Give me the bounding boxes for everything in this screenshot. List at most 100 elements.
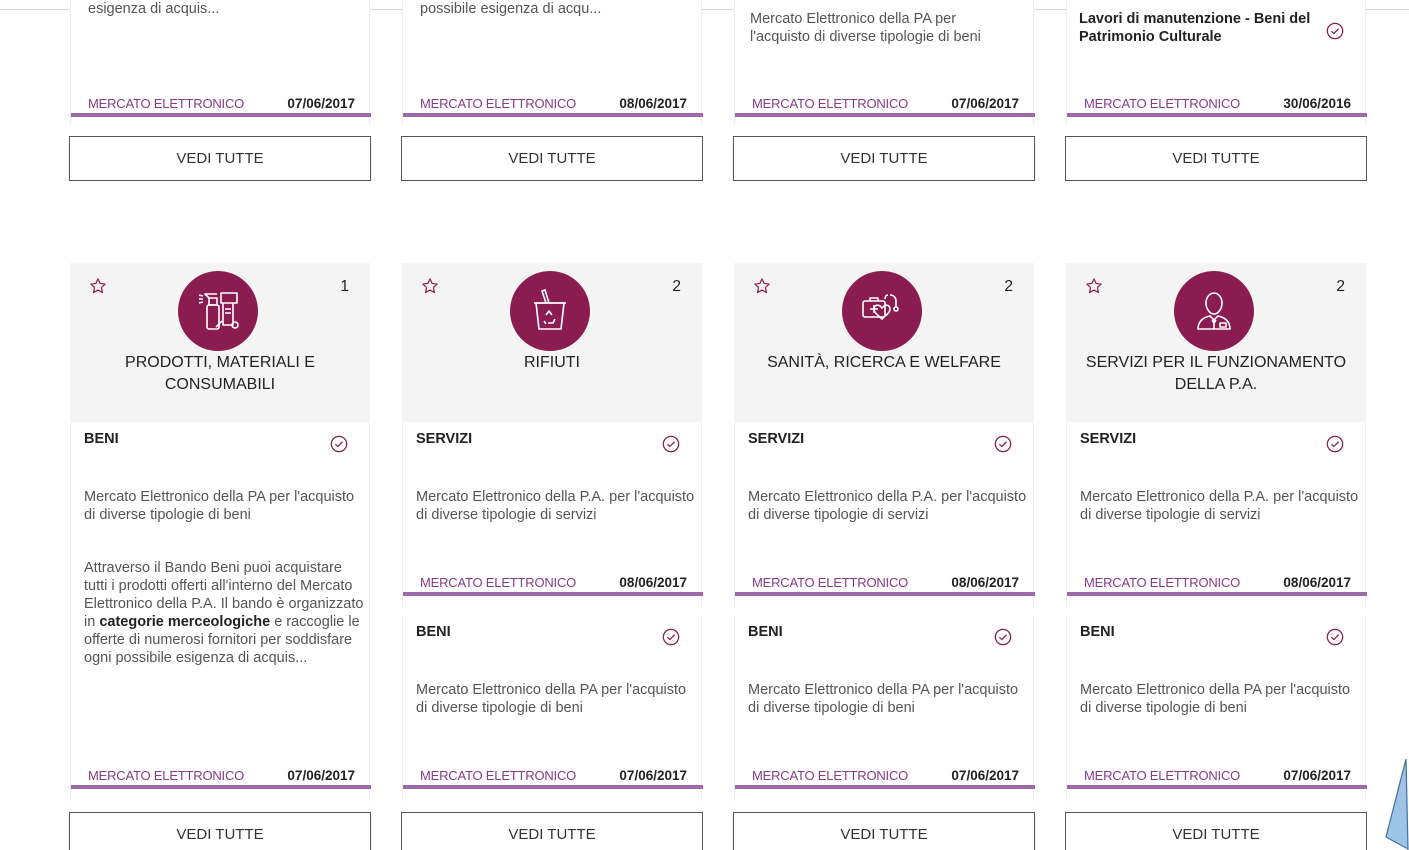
bando-source[interactable]: MERCATO ELETTRONICO (752, 575, 908, 590)
bando-date: 08/06/2017 (1283, 575, 1351, 590)
category-header: 2 SERVIZI PER IL FUNZIONAMENTO DELLA P.A… (1066, 263, 1366, 422)
recycle-bin-icon (534, 289, 566, 330)
bando-source[interactable]: MERCATO ELETTRONICO (88, 96, 244, 111)
category-count: 2 (672, 278, 681, 295)
bando-footer: MERCATO ELETTRONICO 07/06/2017 (1067, 764, 1367, 789)
category-icon-circle (178, 271, 258, 351)
bando-footer: MERCATO ELETTRONICO 08/06/2017 (403, 571, 703, 596)
bando-source[interactable]: MERCATO ELETTRONICO (752, 96, 908, 111)
vedi-tutte-button[interactable]: VEDI TUTTE (733, 812, 1035, 850)
bando-date: 07/06/2017 (287, 96, 355, 111)
category-name[interactable]: PRODOTTI, MATERIALI E CONSUMABILI (80, 352, 360, 396)
check-circle-icon (662, 628, 680, 646)
vedi-tutte-button[interactable]: VEDI TUTTE (1065, 812, 1367, 850)
bando-card[interactable]: BENI Mercato Elettronico della PA per l'… (734, 616, 1035, 801)
bando-card[interactable]: SERVIZI Mercato Elettronico della P.A. p… (1066, 423, 1367, 608)
check-circle-icon (994, 435, 1012, 453)
employee-icon (1197, 292, 1231, 330)
bando-description: Mercato Elettronico della P.A. per l'acq… (1080, 489, 1359, 523)
bando-date: 08/06/2017 (619, 96, 687, 111)
star-outline-icon[interactable] (89, 277, 107, 295)
bando-type: SERVIZI (416, 431, 473, 447)
bando-excerpt: possibile esigenza di acqu... (420, 1, 602, 17)
bando-type: SERVIZI (1080, 431, 1137, 447)
bando-date: 07/06/2017 (287, 768, 355, 783)
bando-source[interactable]: MERCATO ELETTRONICO (88, 768, 244, 783)
bando-source[interactable]: MERCATO ELETTRONICO (752, 768, 908, 783)
bando-footer: MERCATO ELETTRONICO 07/06/2017 (735, 764, 1035, 789)
vedi-tutte-button[interactable]: VEDI TUTTE (733, 136, 1035, 181)
vedi-tutte-button[interactable]: VEDI TUTTE (401, 136, 703, 181)
bando-card[interactable]: SERVIZI Mercato Elettronico della P.A. p… (734, 423, 1035, 608)
cleaning-products-icon (198, 292, 239, 330)
bando-date: 08/06/2017 (619, 575, 687, 590)
category-name[interactable]: SERVIZI PER IL FUNZIONAMENTO DELLA P.A. (1076, 352, 1356, 396)
category-count: 2 (1336, 278, 1345, 295)
bando-date: 07/06/2017 (619, 768, 687, 783)
category-link[interactable]: categorie merceologiche (99, 614, 270, 630)
bando-source[interactable]: MERCATO ELETTRONICO (1084, 768, 1240, 783)
bando-card[interactable]: BENI Mercato Elettronico della PA per l'… (402, 616, 703, 801)
category-name[interactable]: SANITÀ, RICERCA E WELFARE (744, 352, 1024, 374)
scroll-arrow-icon (1385, 758, 1409, 850)
star-outline-icon[interactable] (421, 277, 439, 295)
bando-description: Mercato Elettronico della PA per l'acqui… (748, 682, 1019, 716)
bando-source[interactable]: MERCATO ELETTRONICO (1084, 96, 1240, 111)
bando-date: 07/06/2017 (951, 768, 1019, 783)
bando-title[interactable]: Lavori di manutenzione - Beni del Patrim… (1079, 10, 1329, 46)
vedi-tutte-button[interactable]: VEDI TUTTE (69, 136, 371, 181)
bando-excerpt: esigenza di acquis... (88, 1, 220, 17)
bando-type: BENI (748, 624, 783, 640)
bando-date: 07/06/2017 (1283, 768, 1351, 783)
category-count: 1 (340, 278, 349, 295)
vedi-tutte-button[interactable]: VEDI TUTTE (401, 812, 703, 850)
bando-type: BENI (1080, 624, 1115, 640)
category-name[interactable]: RIFIUTI (412, 352, 692, 374)
bando-card[interactable]: Lavori di manutenzione - Beni del Patrim… (1066, 0, 1367, 126)
bando-date: 30/06/2016 (1283, 96, 1351, 111)
vedi-tutte-button[interactable]: VEDI TUTTE (69, 812, 371, 850)
bando-description: Mercato Elettronico della P.A. per l'acq… (416, 489, 695, 523)
star-outline-icon[interactable] (1085, 277, 1103, 295)
category-icon-circle (1174, 271, 1254, 351)
bando-long-description: Attraverso il Bando Beni puoi acquistare… (84, 560, 364, 666)
check-circle-icon (330, 435, 348, 453)
bando-card[interactable]: possibile esigenza di acqu... MERCATO EL… (402, 0, 703, 126)
check-circle-icon (1326, 22, 1344, 40)
bando-card[interactable]: Mercato Elettronico della PA per l'acqui… (734, 0, 1035, 126)
bando-excerpt: Mercato Elettronico della PA per l'acqui… (750, 11, 981, 45)
bando-type: BENI (416, 624, 451, 640)
bando-footer: MERCATO ELETTRONICO 08/06/2017 (403, 92, 703, 117)
bando-date: 07/06/2017 (951, 96, 1019, 111)
column-3: Mercato Elettronico della PA per l'acqui… (733, 0, 1035, 850)
bando-date: 08/06/2017 (951, 575, 1019, 590)
column-4: Lavori di manutenzione - Beni del Patrim… (1065, 0, 1367, 850)
bando-footer: MERCATO ELETTRONICO 07/06/2017 (71, 764, 371, 789)
bando-description: Mercato Elettronico della PA per l'acqui… (84, 489, 355, 523)
bando-description: Mercato Elettronico della PA per l'acqui… (1080, 682, 1351, 716)
bando-source[interactable]: MERCATO ELETTRONICO (420, 768, 576, 783)
bando-source[interactable]: MERCATO ELETTRONICO (1084, 575, 1240, 590)
vedi-tutte-button[interactable]: VEDI TUTTE (1065, 136, 1367, 181)
bando-type: BENI (84, 431, 119, 447)
bando-source[interactable]: MERCATO ELETTRONICO (420, 96, 576, 111)
category-header: 2 SANITÀ, RICERCA E WELFARE (734, 263, 1034, 422)
bando-description: Mercato Elettronico della PA per l'acqui… (416, 682, 687, 716)
bando-type: SERVIZI (748, 431, 805, 447)
check-circle-icon (994, 628, 1012, 646)
category-icon-circle (842, 271, 922, 351)
bando-card[interactable]: BENI Mercato Elettronico della PA per l'… (70, 423, 371, 801)
category-header: 1 PRODOTTI, MATERIALI E CONSUMABILI (70, 263, 370, 422)
bando-source[interactable]: MERCATO ELETTRONICO (420, 575, 576, 590)
category-count: 2 (1004, 278, 1013, 295)
health-care-icon (862, 294, 899, 320)
bando-footer: MERCATO ELETTRONICO 07/06/2017 (735, 92, 1035, 117)
category-icon-circle (510, 271, 590, 351)
check-circle-icon (1326, 435, 1344, 453)
star-outline-icon[interactable] (753, 277, 771, 295)
bando-card[interactable]: BENI Mercato Elettronico della PA per l'… (1066, 616, 1367, 801)
bando-card[interactable]: SERVIZI Mercato Elettronico della P.A. p… (402, 423, 703, 608)
bando-card[interactable]: esigenza di acquis... MERCATO ELETTRONIC… (70, 0, 371, 126)
bando-footer: MERCATO ELETTRONICO 08/06/2017 (735, 571, 1035, 596)
bando-description: Mercato Elettronico della P.A. per l'acq… (748, 489, 1027, 523)
